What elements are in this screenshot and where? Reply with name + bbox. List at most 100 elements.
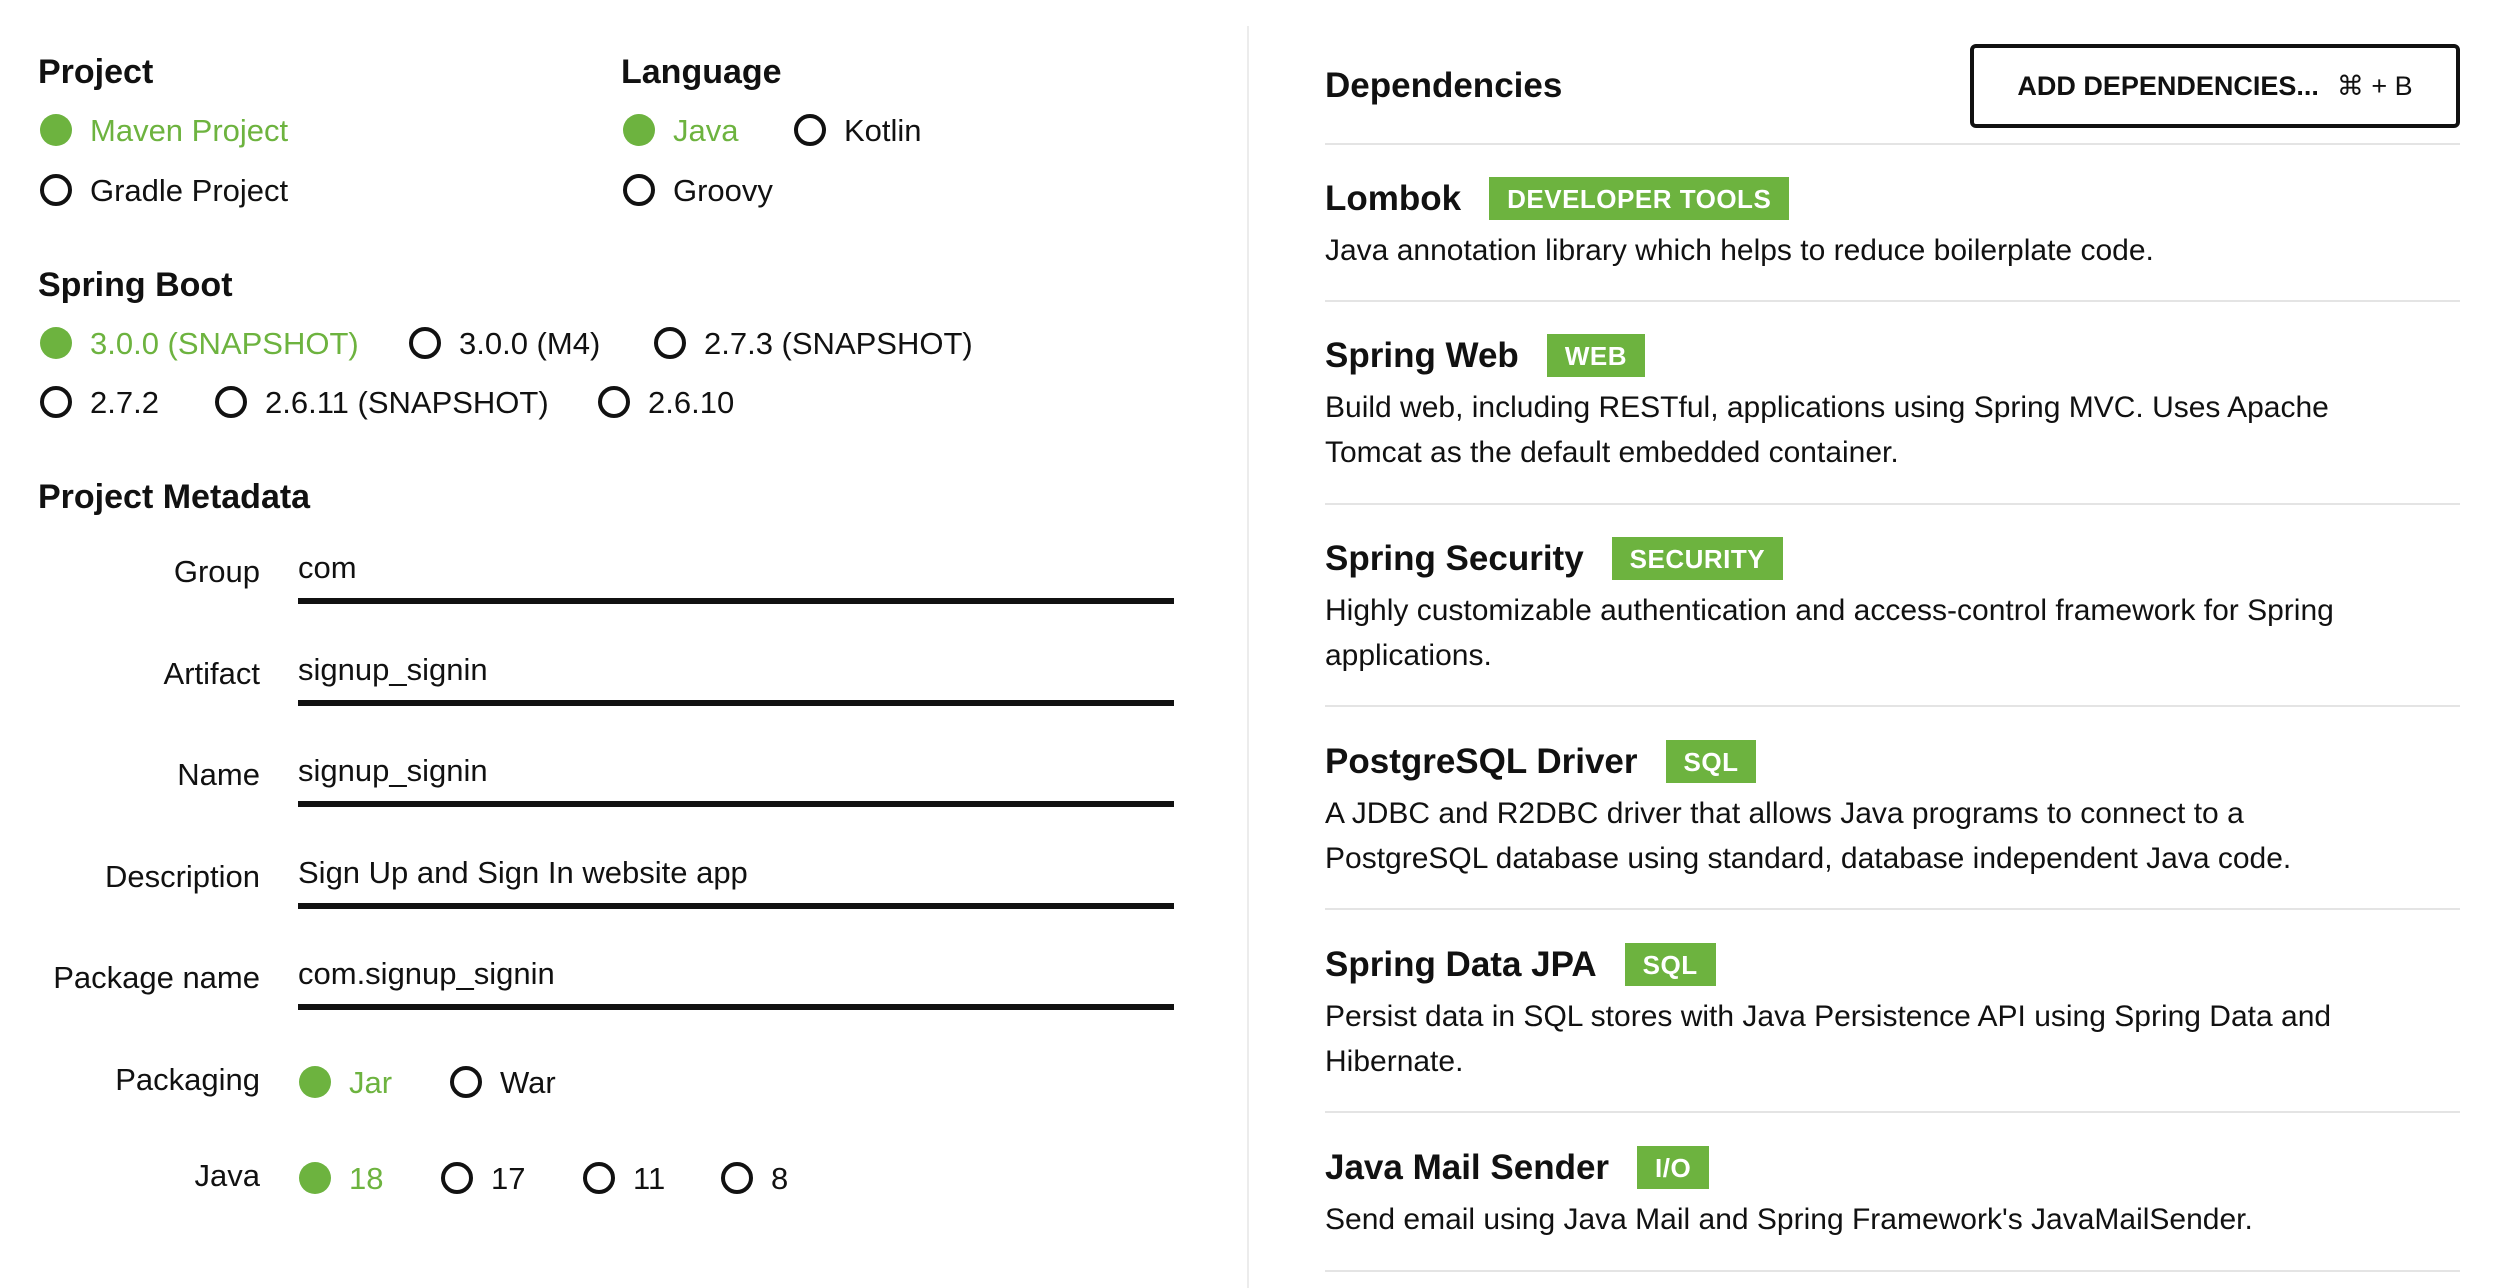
radio-war[interactable]: War bbox=[450, 1066, 556, 1098]
dependency-spring-data-jpa[interactable]: Spring Data JPA SQL Persist data in SQL … bbox=[1325, 940, 2460, 1084]
description-label: Description bbox=[104, 859, 260, 894]
package-name-label: Package name bbox=[53, 960, 260, 995]
radio-empty-icon bbox=[40, 386, 72, 418]
radio-empty-icon bbox=[583, 1162, 615, 1194]
divider bbox=[1325, 300, 2460, 302]
radio-java-8[interactable]: 8 bbox=[721, 1162, 788, 1194]
radio-java-11[interactable]: 11 bbox=[583, 1162, 665, 1194]
spring-initializr-page: Project Maven Project Gradle Project Lan… bbox=[0, 0, 2496, 1288]
group-label: Group bbox=[173, 554, 260, 589]
radio-empty-icon bbox=[794, 114, 826, 146]
radio-selected-icon bbox=[40, 114, 72, 146]
dependency-description: A JDBC and R2DBC driver that allows Java… bbox=[1325, 797, 2292, 875]
radio-boot-3-0-0-snapshot[interactable]: 3.0.0 (SNAPSHOT) bbox=[40, 327, 359, 359]
dependency-description: Java annotation library which helps to r… bbox=[1325, 234, 2154, 267]
project-heading: Project bbox=[38, 53, 154, 91]
dependency-description: Persist data in SQL stores with Java Per… bbox=[1325, 1000, 2332, 1078]
radio-label: 3.0.0 (SNAPSHOT) bbox=[90, 325, 359, 361]
radio-label: Kotlin bbox=[844, 112, 922, 148]
java-label: Java bbox=[194, 1158, 260, 1193]
radio-gradle-project[interactable]: Gradle Project bbox=[40, 174, 288, 206]
divider bbox=[1325, 143, 2460, 145]
radio-label: 8 bbox=[771, 1160, 789, 1196]
package-name-input[interactable] bbox=[298, 944, 1174, 1010]
radio-java[interactable]: Java bbox=[623, 114, 738, 146]
radio-selected-icon bbox=[40, 327, 72, 359]
add-dependencies-button[interactable]: ADD DEPENDENCIES... ⌘ + B bbox=[1970, 44, 2460, 128]
radio-boot-2-6-10[interactable]: 2.6.10 bbox=[598, 386, 734, 418]
radio-empty-icon bbox=[623, 174, 655, 206]
radio-empty-icon bbox=[654, 327, 686, 359]
dependency-java-mail-sender[interactable]: Java Mail Sender I/O Send email using Ja… bbox=[1325, 1143, 2460, 1242]
radio-empty-icon bbox=[721, 1162, 753, 1194]
radio-label: Groovy bbox=[673, 172, 773, 208]
radio-boot-2-6-11-snapshot[interactable]: 2.6.11 (SNAPSHOT) bbox=[215, 386, 549, 418]
radio-boot-2-7-2[interactable]: 2.7.2 bbox=[40, 386, 159, 418]
dependency-tag-badge: I/O bbox=[1637, 1145, 1710, 1189]
dependency-spring-security[interactable]: Spring Security SECURITY Highly customiz… bbox=[1325, 534, 2460, 678]
radio-label: Maven Project bbox=[90, 112, 289, 148]
dependency-description: Highly customizable authentication and a… bbox=[1325, 594, 2334, 672]
radio-java-18[interactable]: 18 bbox=[299, 1162, 383, 1194]
add-dependencies-label: ADD DEPENDENCIES... bbox=[2017, 70, 2319, 101]
radio-jar[interactable]: Jar bbox=[299, 1066, 392, 1098]
dependency-tag-badge: DEVELOPER TOOLS bbox=[1489, 176, 1790, 220]
radio-boot-2-7-3-snapshot[interactable]: 2.7.3 (SNAPSHOT) bbox=[654, 327, 973, 359]
radio-label: Java bbox=[673, 112, 739, 148]
dependency-spring-web[interactable]: Spring Web WEB Build web, including REST… bbox=[1325, 331, 2460, 475]
divider bbox=[1325, 1270, 2460, 1272]
divider bbox=[1325, 705, 2460, 707]
artifact-label: Artifact bbox=[163, 656, 260, 691]
divider bbox=[1325, 908, 2460, 910]
dependencies-heading: Dependencies bbox=[1325, 66, 1563, 105]
radio-label: 3.0.0 (M4) bbox=[459, 325, 601, 361]
radio-empty-icon bbox=[450, 1066, 482, 1098]
dependency-description: Send email using Java Mail and Spring Fr… bbox=[1325, 1203, 2253, 1236]
dependency-name: Spring Security bbox=[1325, 538, 1584, 578]
dependency-name: Spring Data JPA bbox=[1325, 944, 1597, 984]
radio-maven-project[interactable]: Maven Project bbox=[40, 114, 288, 146]
dependency-postgresql-driver[interactable]: PostgreSQL Driver SQL A JDBC and R2DBC d… bbox=[1325, 737, 2460, 881]
radio-java-17[interactable]: 17 bbox=[441, 1162, 525, 1194]
divider bbox=[1325, 503, 2460, 505]
radio-label: 17 bbox=[491, 1160, 526, 1196]
dependency-description: Build web, including RESTful, applicatio… bbox=[1325, 391, 2329, 469]
language-heading: Language bbox=[621, 53, 782, 91]
radio-label: War bbox=[500, 1064, 556, 1100]
packaging-label: Packaging bbox=[115, 1062, 260, 1097]
radio-label: 2.6.10 bbox=[648, 384, 735, 420]
radio-label: 2.7.3 (SNAPSHOT) bbox=[704, 325, 973, 361]
radio-selected-icon bbox=[299, 1162, 331, 1194]
group-input[interactable] bbox=[298, 538, 1174, 604]
radio-boot-3-0-0-m4[interactable]: 3.0.0 (M4) bbox=[409, 327, 600, 359]
radio-label: 2.7.2 bbox=[90, 384, 159, 420]
radio-empty-icon bbox=[409, 327, 441, 359]
spring-boot-heading: Spring Boot bbox=[38, 266, 233, 304]
radio-empty-icon bbox=[441, 1162, 473, 1194]
radio-label: Gradle Project bbox=[90, 172, 289, 208]
dependency-tag-badge: SECURITY bbox=[1611, 536, 1784, 580]
dependency-lombok[interactable]: Lombok DEVELOPER TOOLS Java annotation l… bbox=[1325, 174, 2460, 273]
dependency-tag-badge: SQL bbox=[1624, 942, 1716, 986]
dependency-name: Java Mail Sender bbox=[1325, 1147, 1610, 1187]
radio-empty-icon bbox=[215, 386, 247, 418]
artifact-input[interactable] bbox=[298, 640, 1174, 706]
radio-groovy[interactable]: Groovy bbox=[623, 174, 773, 206]
radio-label: 18 bbox=[349, 1160, 384, 1196]
radio-label: 11 bbox=[633, 1160, 666, 1196]
radio-selected-icon bbox=[623, 114, 655, 146]
radio-empty-icon bbox=[598, 386, 630, 418]
description-input[interactable] bbox=[298, 843, 1174, 909]
radio-label: Jar bbox=[349, 1064, 393, 1100]
name-input[interactable] bbox=[298, 741, 1174, 807]
radio-kotlin[interactable]: Kotlin bbox=[794, 114, 922, 146]
name-label: Name bbox=[177, 757, 260, 792]
dependency-name: Spring Web bbox=[1325, 335, 1519, 375]
radio-empty-icon bbox=[40, 174, 72, 206]
metadata-heading: Project Metadata bbox=[38, 478, 311, 516]
dependency-name: Lombok bbox=[1325, 178, 1462, 218]
dependency-tag-badge: WEB bbox=[1546, 333, 1645, 377]
dependency-tag-badge: SQL bbox=[1665, 739, 1757, 783]
dependency-name: PostgreSQL Driver bbox=[1325, 741, 1638, 781]
divider bbox=[1325, 1111, 2460, 1113]
